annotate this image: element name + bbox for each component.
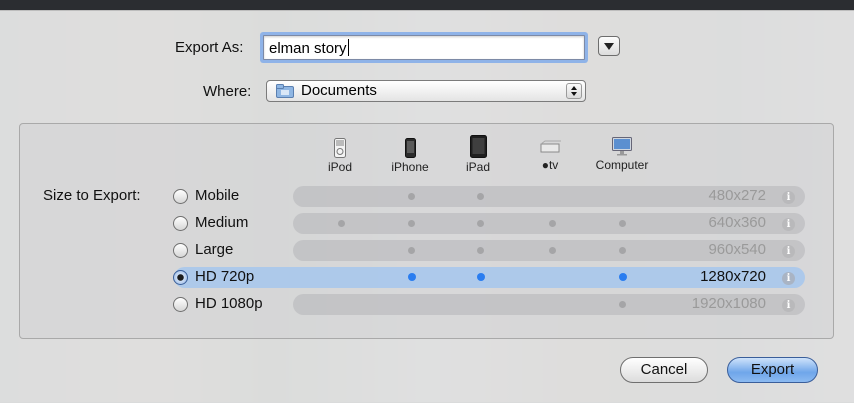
resolution-medium: 640x360 (708, 214, 766, 231)
popup-arrows-icon (566, 83, 582, 99)
size-label-mobile: Mobile (195, 187, 240, 204)
compat-dot (477, 193, 484, 200)
radio-hd1080p[interactable] (173, 297, 188, 312)
export-sheet: Export As: elman story Where: Documents … (0, 10, 854, 403)
radio-mobile[interactable] (173, 189, 188, 204)
compat-dot (619, 273, 627, 281)
ipod-icon (334, 138, 346, 158)
device-header-iphone: iPhone (388, 138, 432, 174)
appletv-label: ●tv (541, 158, 559, 172)
compat-dot (408, 247, 415, 254)
device-header-appletv: ●tv (535, 140, 565, 172)
folder-icon (276, 84, 294, 104)
device-header-ipod: iPod (325, 138, 355, 174)
resolution-mobile: 480x272 (708, 187, 766, 204)
ipad-icon (469, 135, 487, 158)
where-value: Documents (301, 82, 377, 99)
export-button[interactable]: Export (727, 357, 818, 383)
info-icon[interactable]: i (782, 218, 795, 231)
compat-dot (408, 273, 416, 281)
export-as-value: elman story (269, 40, 347, 57)
text-caret (347, 39, 349, 56)
compat-dot (619, 220, 626, 227)
compat-dot (477, 247, 484, 254)
device-header-ipad: iPad (463, 135, 493, 174)
radio-medium[interactable] (173, 216, 188, 231)
size-label-hd1080p: HD 1080p (195, 295, 263, 312)
compat-dot (549, 247, 556, 254)
resolution-hd720p: 1280x720 (700, 268, 766, 285)
compat-dot (408, 220, 415, 227)
export-as-label: Export As: (175, 39, 244, 56)
compat-dot (619, 247, 626, 254)
where-popup[interactable]: Documents (266, 80, 586, 102)
size-label-medium: Medium (195, 214, 249, 231)
resolution-hd1080p: 1920x1080 (691, 295, 766, 312)
info-icon[interactable]: i (782, 245, 795, 258)
compat-dot (477, 273, 485, 281)
compat-dot (549, 220, 556, 227)
radio-hd720p[interactable] (173, 270, 188, 285)
expand-disclosure-button[interactable] (598, 36, 620, 56)
cancel-button[interactable]: Cancel (620, 357, 708, 383)
info-icon[interactable]: i (782, 272, 795, 285)
info-icon[interactable]: i (782, 299, 795, 312)
compat-dot (477, 220, 484, 227)
size-to-export-label: Size to Export: (43, 187, 141, 204)
radio-large[interactable] (173, 243, 188, 258)
compat-dot (338, 220, 345, 227)
appletv-icon (540, 140, 561, 153)
where-label: Where: (203, 83, 252, 100)
chevron-down-icon (604, 43, 614, 50)
compat-dot (619, 301, 626, 308)
compat-dot (408, 193, 415, 200)
info-icon[interactable]: i (782, 191, 795, 204)
computer-icon (612, 137, 632, 156)
export-as-field[interactable]: elman story (263, 35, 585, 60)
device-header-computer: Computer (590, 137, 654, 172)
title-bar-backdrop (0, 0, 854, 10)
size-label-hd720p: HD 720p (195, 268, 255, 285)
size-label-large: Large (195, 241, 234, 258)
iphone-icon (404, 138, 416, 158)
resolution-large: 960x540 (708, 241, 766, 258)
